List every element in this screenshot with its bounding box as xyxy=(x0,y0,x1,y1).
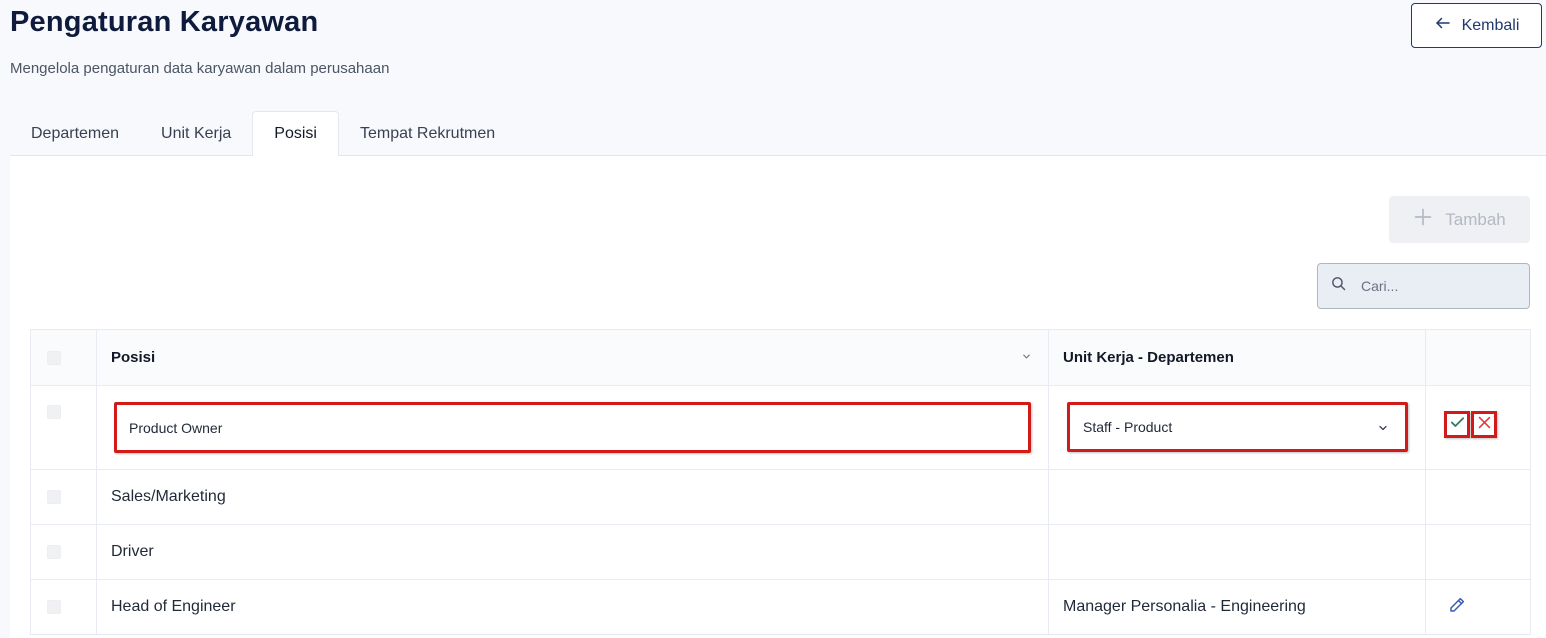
chevron-down-icon[interactable] xyxy=(1021,349,1032,366)
column-header-posisi-label: Posisi xyxy=(111,349,156,366)
plus-icon xyxy=(1413,207,1433,232)
unit-kerja-select-value: Staff - Product xyxy=(1083,419,1173,435)
page-subtitle: Mengelola pengaturan data karyawan dalam… xyxy=(10,60,390,77)
column-header-unit-kerja: Unit Kerja - Departemen xyxy=(1048,329,1426,386)
arrow-left-icon xyxy=(1434,14,1452,37)
select-all-cell xyxy=(30,329,97,386)
unit-cell: Manager Personalia - Engineering xyxy=(1048,579,1426,635)
add-button[interactable]: Tambah xyxy=(1389,196,1530,243)
column-header-posisi[interactable]: Posisi xyxy=(96,329,1049,386)
actions-cell xyxy=(1425,469,1531,525)
search-input[interactable] xyxy=(1361,278,1511,294)
actions-cell xyxy=(1425,524,1531,580)
search-icon xyxy=(1330,275,1347,297)
column-header-actions xyxy=(1425,329,1531,386)
row-check-cell xyxy=(30,385,97,470)
table-row: Sales/Marketing xyxy=(30,469,1531,525)
posisi-cell: Head of Engineer xyxy=(96,579,1049,635)
row-check-cell xyxy=(30,579,97,635)
tab-tempat-rekrutmen[interactable]: Tempat Rekrutmen xyxy=(339,111,516,156)
page: Pengaturan Karyawan Mengelola pengaturan… xyxy=(0,0,1546,638)
positions-table: Posisi Unit Kerja - Departemen Sales/Mar… xyxy=(30,329,1531,635)
tab-bar: Departemen Unit Kerja Posisi Tempat Rekr… xyxy=(10,111,1546,157)
search-box xyxy=(1317,263,1530,309)
unit-cell xyxy=(1048,469,1426,525)
tab-posisi[interactable]: Posisi xyxy=(252,111,339,157)
pencil-icon[interactable] xyxy=(1448,596,1466,614)
posisi-cell: Driver xyxy=(96,524,1049,580)
row-check-cell xyxy=(30,469,97,525)
select-all-checkbox[interactable] xyxy=(47,350,61,365)
table-header-row: Posisi Unit Kerja - Departemen xyxy=(30,329,1531,386)
cancel-button[interactable] xyxy=(1471,411,1497,438)
row-check-cell xyxy=(30,524,97,580)
confirm-button[interactable] xyxy=(1444,411,1470,438)
row-checkbox[interactable] xyxy=(47,600,61,614)
check-icon xyxy=(1449,414,1466,436)
back-button-label: Kembali xyxy=(1461,16,1520,34)
row-checkbox[interactable] xyxy=(47,405,61,419)
table-row: Driver xyxy=(30,524,1531,580)
add-button-label: Tambah xyxy=(1445,209,1506,229)
row-checkbox[interactable] xyxy=(47,490,61,504)
close-icon xyxy=(1476,414,1493,436)
posisi-cell: Sales/Marketing xyxy=(96,469,1049,525)
actions-cell xyxy=(1425,579,1531,635)
unit-kerja-select[interactable]: Staff - Product xyxy=(1067,402,1408,452)
table-row: Head of Engineer Manager Personalia - En… xyxy=(30,579,1531,635)
back-button[interactable]: Kembali xyxy=(1411,3,1542,48)
tab-departemen[interactable]: Departemen xyxy=(10,111,140,156)
chevron-down-icon xyxy=(1377,418,1389,437)
posisi-input[interactable]: Product Owner xyxy=(114,402,1031,453)
page-title: Pengaturan Karyawan xyxy=(10,6,319,38)
unit-cell xyxy=(1048,524,1426,580)
row-checkbox[interactable] xyxy=(47,545,61,559)
tab-unit-kerja[interactable]: Unit Kerja xyxy=(140,111,252,156)
